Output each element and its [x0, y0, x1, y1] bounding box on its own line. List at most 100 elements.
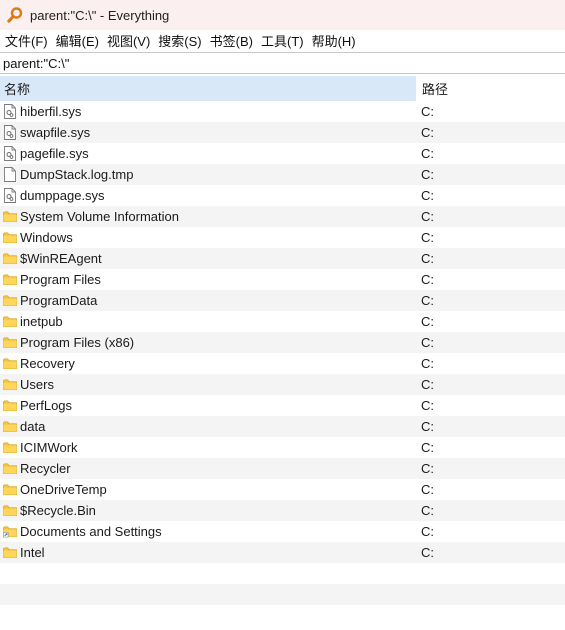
- folder-icon: [3, 482, 17, 498]
- file-path: C:: [421, 377, 434, 392]
- file-row[interactable]: System Volume Information C:: [0, 206, 565, 227]
- file-path: C:: [421, 125, 434, 140]
- file-name-cell: pagefile.sys: [0, 146, 415, 162]
- file-name: $WinREAgent: [20, 251, 102, 266]
- menu-tools[interactable]: 工具(T): [260, 31, 311, 50]
- file-name: ProgramData: [20, 293, 98, 308]
- column-header-path[interactable]: 路径: [415, 76, 565, 101]
- file-name: swapfile.sys: [20, 125, 91, 140]
- menu-edit[interactable]: 编辑(E): [55, 31, 106, 50]
- file-name-cell: $Recycle.Bin: [0, 503, 415, 519]
- folder-icon: [3, 230, 17, 246]
- file-icon: [3, 167, 17, 183]
- folder-icon: [3, 419, 17, 435]
- file-path: C:: [421, 524, 434, 539]
- file-path: C:: [421, 293, 434, 308]
- file-name-cell: OneDriveTemp: [0, 482, 415, 498]
- file-row[interactable]: swapfile.sys C:: [0, 122, 565, 143]
- file-row[interactable]: Windows C:: [0, 227, 565, 248]
- file-name: System Volume Information: [20, 209, 179, 224]
- folder-shortcut-icon: [3, 524, 17, 540]
- empty-row: [0, 584, 565, 605]
- file-name: Program Files (x86): [20, 335, 135, 350]
- folder-icon: [3, 461, 17, 477]
- folder-icon: [3, 293, 17, 309]
- folder-icon: [3, 335, 17, 351]
- file-name: Documents and Settings: [20, 524, 162, 539]
- file-name-cell: swapfile.sys: [0, 125, 415, 141]
- folder-icon: [3, 545, 17, 561]
- menu-file[interactable]: 文件(F): [4, 31, 55, 50]
- menu-bar: 文件(F) 编辑(E) 视图(V) 搜索(S) 书签(B) 工具(T) 帮助(H…: [0, 30, 565, 50]
- title-bar[interactable]: parent:"C:\" - Everything: [0, 0, 565, 30]
- file-row[interactable]: hiberfil.sys C:: [0, 101, 565, 122]
- file-row[interactable]: pagefile.sys C:: [0, 143, 565, 164]
- file-path: C:: [421, 251, 434, 266]
- menu-search[interactable]: 搜索(S): [157, 31, 208, 50]
- file-name-cell: ICIMWork: [0, 440, 415, 456]
- search-input[interactable]: [0, 54, 565, 72]
- file-name-cell: Intel: [0, 545, 415, 561]
- file-row[interactable]: Program Files (x86) C:: [0, 332, 565, 353]
- file-path: C:: [421, 188, 434, 203]
- file-row[interactable]: $WinREAgent C:: [0, 248, 565, 269]
- file-row[interactable]: Program Files C:: [0, 269, 565, 290]
- file-name-cell: Recycler: [0, 461, 415, 477]
- file-row[interactable]: Recycler C:: [0, 458, 565, 479]
- file-name-cell: PerfLogs: [0, 398, 415, 414]
- file-row[interactable]: Documents and Settings C:: [0, 521, 565, 542]
- everything-app-icon: [6, 6, 24, 24]
- column-header: 名称 路径: [0, 76, 565, 101]
- file-row[interactable]: data C:: [0, 416, 565, 437]
- file-row[interactable]: Intel C:: [0, 542, 565, 563]
- file-row[interactable]: OneDriveTemp C:: [0, 479, 565, 500]
- file-name: inetpub: [20, 314, 63, 329]
- window-title: parent:"C:\" - Everything: [30, 7, 170, 23]
- file-name-cell: Program Files: [0, 272, 415, 288]
- file-row[interactable]: Recovery C:: [0, 353, 565, 374]
- system-file-icon: [3, 104, 17, 120]
- file-name: Program Files: [20, 272, 101, 287]
- file-name: hiberfil.sys: [20, 104, 82, 119]
- folder-icon: [3, 356, 17, 372]
- menu-view[interactable]: 视图(V): [106, 31, 157, 50]
- file-row[interactable]: dumppage.sys C:: [0, 185, 565, 206]
- menu-help[interactable]: 帮助(H): [311, 31, 363, 50]
- folder-icon: [3, 314, 17, 330]
- file-name: dumppage.sys: [20, 188, 105, 203]
- file-path: C:: [421, 503, 434, 518]
- file-path: C:: [421, 545, 434, 560]
- column-header-name[interactable]: 名称: [0, 76, 415, 101]
- file-name: Windows: [20, 230, 73, 245]
- file-list: hiberfil.sys C: swapfile.sys C: pagefile.sys…: [0, 101, 565, 563]
- file-name: DumpStack.log.tmp: [20, 167, 134, 182]
- folder-icon: [3, 398, 17, 414]
- file-row[interactable]: DumpStack.log.tmp C:: [0, 164, 565, 185]
- file-path: C:: [421, 461, 434, 476]
- system-file-icon: [3, 146, 17, 162]
- folder-icon: [3, 440, 17, 456]
- folder-icon: [3, 503, 17, 519]
- file-row[interactable]: ProgramData C:: [0, 290, 565, 311]
- file-path: C:: [421, 209, 434, 224]
- file-name-cell: Recovery: [0, 356, 415, 372]
- file-name-cell: Users: [0, 377, 415, 393]
- file-row[interactable]: inetpub C:: [0, 311, 565, 332]
- folder-icon: [3, 272, 17, 288]
- file-row[interactable]: PerfLogs C:: [0, 395, 565, 416]
- file-row[interactable]: ICIMWork C:: [0, 437, 565, 458]
- folder-icon: [3, 251, 17, 267]
- menu-bookmarks[interactable]: 书签(B): [209, 31, 260, 50]
- file-name-cell: dumppage.sys: [0, 188, 415, 204]
- file-name-cell: Documents and Settings: [0, 524, 415, 540]
- file-path: C:: [421, 314, 434, 329]
- file-path: C:: [421, 230, 434, 245]
- file-row[interactable]: $Recycle.Bin C:: [0, 500, 565, 521]
- file-path: C:: [421, 482, 434, 497]
- file-name: PerfLogs: [20, 398, 73, 413]
- file-name: $Recycle.Bin: [20, 503, 96, 518]
- folder-icon: [3, 209, 17, 225]
- file-path: C:: [421, 104, 434, 119]
- file-row[interactable]: Users C:: [0, 374, 565, 395]
- file-path: C:: [421, 272, 434, 287]
